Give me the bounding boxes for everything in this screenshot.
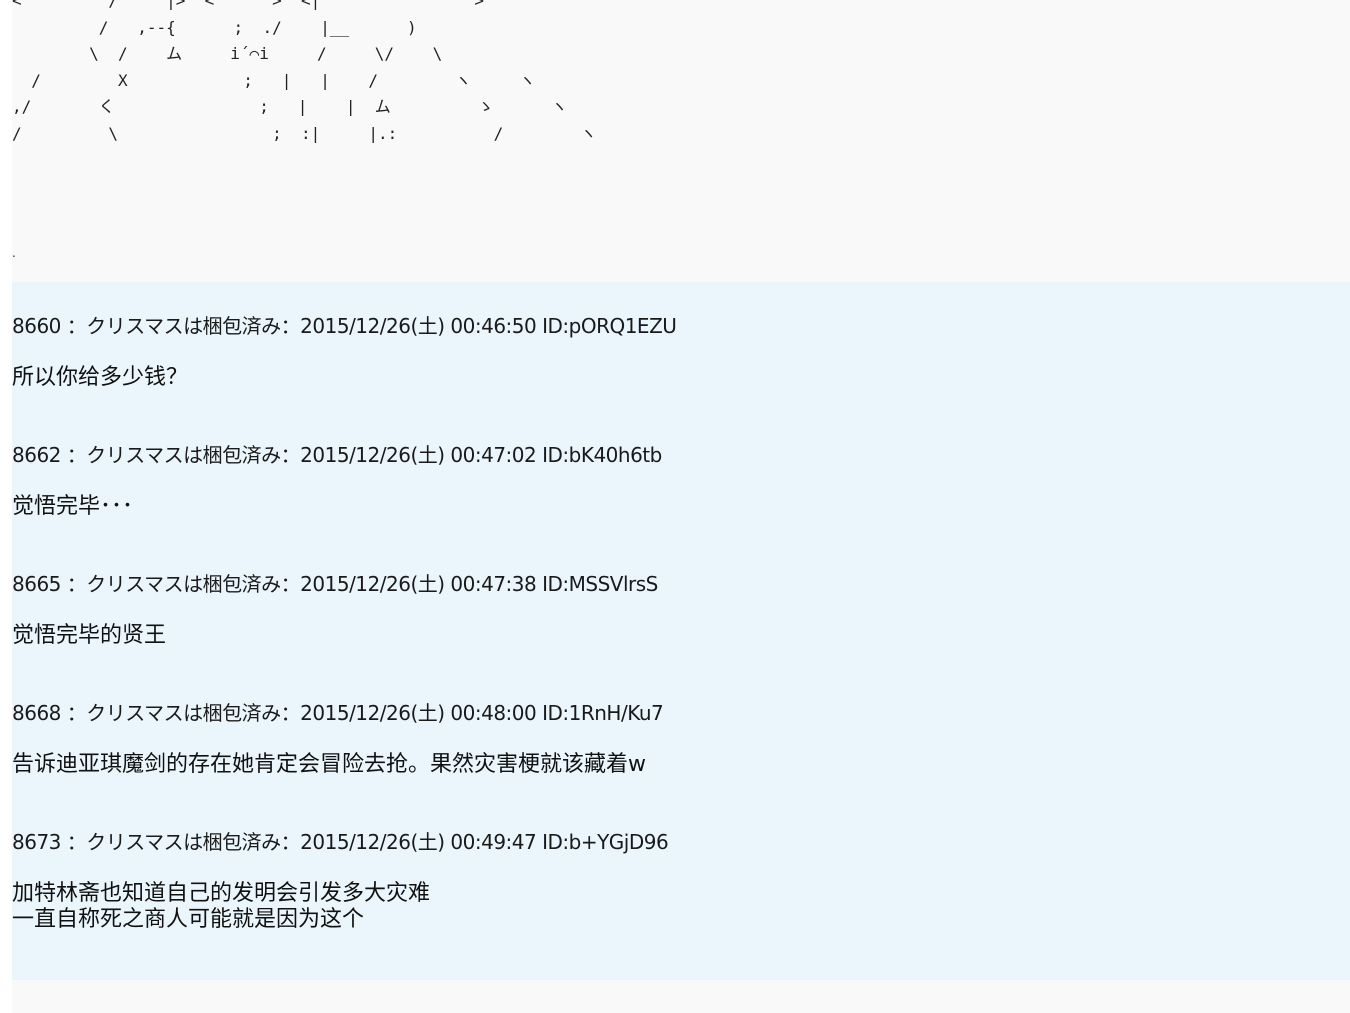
ascii-art-line: \ / ム i´⌒i / \/ \ — [12, 44, 443, 63]
post-body: 加特林斋也知道自己的发明会引发多大灾难 一直自称死之商人可能就是因为这个 — [12, 881, 1332, 933]
poster-id[interactable]: ID:bK40h6tb — [542, 443, 662, 467]
post-number[interactable]: 8665 — [12, 572, 61, 596]
post-body-line: 一直自称死之商人可能就是因为这个 — [12, 907, 365, 932]
post-body-line: 觉悟完毕的贤王 — [12, 623, 167, 648]
post-number[interactable]: 8673 — [12, 830, 61, 854]
post-body: 觉悟完毕的贤王 — [12, 623, 1332, 649]
post-separator: ： — [66, 830, 87, 854]
post: 8662 ：クリスマスは梱包済み：2015/12/26(土) 00:47:02 … — [12, 443, 1332, 520]
post: 8665 ：クリスマスは梱包済み：2015/12/26(土) 00:47:38 … — [12, 572, 1332, 649]
post-body-line: 加特林斋也知道自己的发明会引发多大灾难 — [12, 881, 431, 906]
post-separator: ： — [66, 572, 87, 596]
post-number[interactable]: 8668 — [12, 701, 61, 725]
post-number[interactable]: 8662 — [12, 443, 61, 467]
ascii-art-line: / X ; | | / ヽ ヽ — [12, 70, 536, 90]
next-section-edge — [12, 980, 1350, 1013]
post-separator: ： — [66, 314, 87, 338]
post-body-line: 觉悟完毕･･･ — [12, 494, 134, 519]
post-date: ：2015/12/26(土) 00:47:38 — [280, 572, 537, 596]
poster-id[interactable]: ID:MSSVlrsS — [542, 572, 658, 596]
ascii-art-section: < / |> < > <| ^ > / ,--{ ; ./ |__ ) \ / … — [12, 0, 1350, 282]
post-header: 8673 ：クリスマスは梱包済み：2015/12/26(土) 00:49:47 … — [12, 830, 1332, 854]
poster-name: クリスマスは梱包済み — [86, 830, 281, 854]
post: 8673 ：クリスマスは梱包済み：2015/12/26(土) 00:49:47 … — [12, 830, 1332, 933]
post: 8660 ：クリスマスは梱包済み：2015/12/26(土) 00:46:50 … — [12, 314, 1332, 391]
poster-id[interactable]: ID:1RnH/Ku7 — [542, 701, 664, 725]
poster-id[interactable]: ID:pORQ1EZU — [542, 314, 677, 338]
ascii-art-trailing-dot: . — [12, 246, 16, 260]
post-date: ：2015/12/26(土) 00:48:00 — [280, 701, 537, 725]
post-number[interactable]: 8660 — [12, 314, 61, 338]
posts-section: 8660 ：クリスマスは梱包済み：2015/12/26(土) 00:46:50 … — [12, 282, 1350, 980]
ascii-art-line: < / |> < > <| ^ > — [12, 0, 485, 10]
poster-id[interactable]: ID:b+YGjD96 — [542, 830, 669, 854]
post-header: 8660 ：クリスマスは梱包済み：2015/12/26(土) 00:46:50 … — [12, 314, 1332, 338]
ascii-art-line: / ,--{ ; ./ |__ ) — [12, 17, 417, 37]
post-header: 8662 ：クリスマスは梱包済み：2015/12/26(土) 00:47:02 … — [12, 443, 1332, 467]
ascii-art: < / |> < > <| ^ > / ,--{ ; ./ |__ ) \ / … — [12, 0, 596, 147]
post-body: 告诉迪亚琪魔剑的存在她肯定会冒险去抢。果然灾害梗就该藏着w — [12, 752, 1332, 778]
post-body-line: 告诉迪亚琪魔剑的存在她肯定会冒险去抢。果然灾害梗就该藏着w — [12, 752, 646, 777]
post-header: 8668 ：クリスマスは梱包済み：2015/12/26(土) 00:48:00 … — [12, 701, 1332, 725]
poster-name: クリスマスは梱包済み — [86, 572, 281, 596]
poster-name: クリスマスは梱包済み — [86, 314, 281, 338]
poster-name: クリスマスは梱包済み — [86, 443, 281, 467]
post-date: ：2015/12/26(土) 00:47:02 — [280, 443, 537, 467]
post-body-line: 所以你给多少钱？ — [12, 365, 189, 390]
post: 8668 ：クリスマスは梱包済み：2015/12/26(土) 00:48:00 … — [12, 701, 1332, 778]
post-separator: ： — [66, 701, 87, 725]
ascii-art-line: / \ ; :| |.: / ヽ — [12, 123, 597, 143]
post-separator: ： — [66, 443, 87, 467]
post-date: ：2015/12/26(土) 00:46:50 — [280, 314, 537, 338]
post-body: 所以你给多少钱？ — [12, 365, 1332, 391]
post-header: 8665 ：クリスマスは梱包済み：2015/12/26(土) 00:47:38 … — [12, 572, 1332, 596]
ascii-art-line: ,/ く ; | | ム ゝ ヽ — [12, 97, 568, 116]
poster-name: クリスマスは梱包済み — [86, 701, 281, 725]
post-date: ：2015/12/26(土) 00:49:47 — [280, 830, 537, 854]
thread-page: < / |> < > <| ^ > / ,--{ ; ./ |__ ) \ / … — [0, 0, 1350, 1013]
post-body: 觉悟完毕･･･ — [12, 494, 1332, 520]
